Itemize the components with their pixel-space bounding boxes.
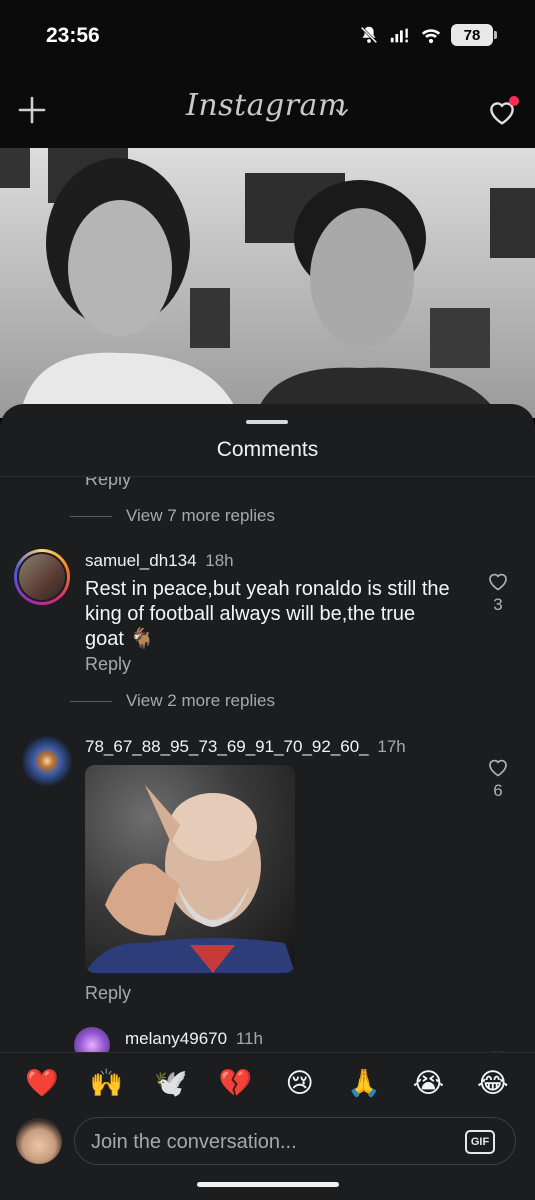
my-avatar — [16, 1118, 62, 1164]
sheet-drag-handle[interactable] — [246, 420, 288, 424]
view-more-replies-label: View 2 more replies — [126, 691, 275, 710]
emoji-dove[interactable]: 🕊️ — [151, 1070, 191, 1097]
home-indicator-area — [0, 1170, 535, 1200]
reply-button[interactable]: Reply — [85, 477, 131, 490]
comment-item: melany49670 11h — [0, 1025, 535, 1053]
emoji-reaction-bar: ❤️ 🙌 🕊️ 💔 😢 🙏 😭 😂 — [0, 1052, 535, 1114]
emoji-folded-hands[interactable]: 🙏 — [344, 1070, 384, 1097]
post-image — [0, 148, 535, 418]
comment-username[interactable]: samuel_dh134 — [85, 551, 197, 570]
post-photo — [0, 148, 535, 418]
comments-title: Comments — [216, 438, 319, 461]
comment-input-pill[interactable]: GIF — [74, 1117, 516, 1165]
reply-button[interactable]: Reply — [85, 983, 131, 1004]
comment-text: Rest in peace,but yeah ronaldo is still … — [85, 578, 450, 650]
emoji-red-heart[interactable]: ❤️ — [22, 1070, 62, 1097]
comments-list[interactable]: Reply View 7 more replies samuel_dh134 1… — [0, 477, 535, 1053]
avatar[interactable] — [14, 549, 70, 605]
emoji-raising-hands[interactable]: 🙌 — [87, 1070, 127, 1097]
comment-header: melany49670 11h — [125, 1029, 263, 1049]
emoji-crying-face[interactable]: 😭 — [408, 1070, 448, 1097]
emoji-tears-of-joy[interactable]: 😂 — [473, 1070, 513, 1097]
comment-header: 78_67_88_95_73_69_91_70_92_60_ 17h — [85, 737, 406, 757]
comment-username[interactable]: 78_67_88_95_73_69_91_70_92_60_ — [85, 737, 369, 756]
signal-icon — [390, 28, 408, 43]
comment-image[interactable] — [85, 765, 295, 973]
emoji-broken-heart[interactable]: 💔 — [215, 1070, 255, 1097]
view-more-replies[interactable]: View 7 more replies — [70, 506, 275, 526]
reply-button[interactable]: Reply — [85, 654, 131, 675]
battery-level: 78 — [463, 26, 481, 44]
notification-dot — [509, 96, 519, 106]
home-indicator[interactable] — [197, 1182, 339, 1187]
status-time: 23:56 — [46, 24, 100, 47]
comment-item: samuel_dh134 18h Rest in peace,but yeah … — [0, 545, 535, 675]
avatar[interactable] — [74, 1027, 110, 1053]
gif-button[interactable]: GIF — [465, 1130, 495, 1154]
heart-icon — [489, 573, 507, 591]
instagram-logo[interactable]: Instagram — [186, 88, 347, 123]
chevron-down-icon[interactable] — [334, 104, 350, 120]
status-icons: 78 — [358, 24, 497, 46]
comment-time: 17h — [377, 737, 406, 756]
like-count: 6 — [493, 781, 503, 800]
view-more-replies[interactable]: View 2 more replies — [70, 691, 275, 711]
app-header: Instagram — [0, 74, 535, 148]
comment-header: samuel_dh134 18h — [85, 551, 234, 571]
divider — [70, 515, 112, 517]
plus-icon[interactable] — [16, 94, 48, 126]
comment-photo — [85, 785, 295, 973]
comment-time: 11h — [235, 1029, 263, 1048]
view-more-replies-label: View 7 more replies — [126, 506, 275, 525]
like-count: 3 — [493, 595, 503, 614]
divider — [70, 700, 112, 702]
like-button[interactable]: 3 — [483, 569, 513, 615]
emoji-sad-face[interactable]: 😢 — [280, 1070, 320, 1097]
wifi-icon — [421, 29, 441, 44]
battery-indicator: 78 — [451, 24, 497, 46]
like-button[interactable]: 6 — [483, 755, 513, 801]
comment-time: 18h — [205, 551, 234, 570]
avatar[interactable] — [22, 736, 72, 786]
gif-label: GIF — [470, 1136, 490, 1148]
comment-input[interactable] — [91, 1128, 451, 1156]
heart-icon — [489, 759, 507, 777]
comment-composer: GIF — [0, 1114, 535, 1170]
status-bar: 23:56 78 — [0, 0, 535, 74]
comment-username[interactable]: melany49670 — [125, 1029, 227, 1048]
mute-bell-icon — [360, 26, 378, 44]
comment-item: 78_67_88_95_73_69_91_70_92_60_ 17h Reply… — [0, 731, 535, 1011]
